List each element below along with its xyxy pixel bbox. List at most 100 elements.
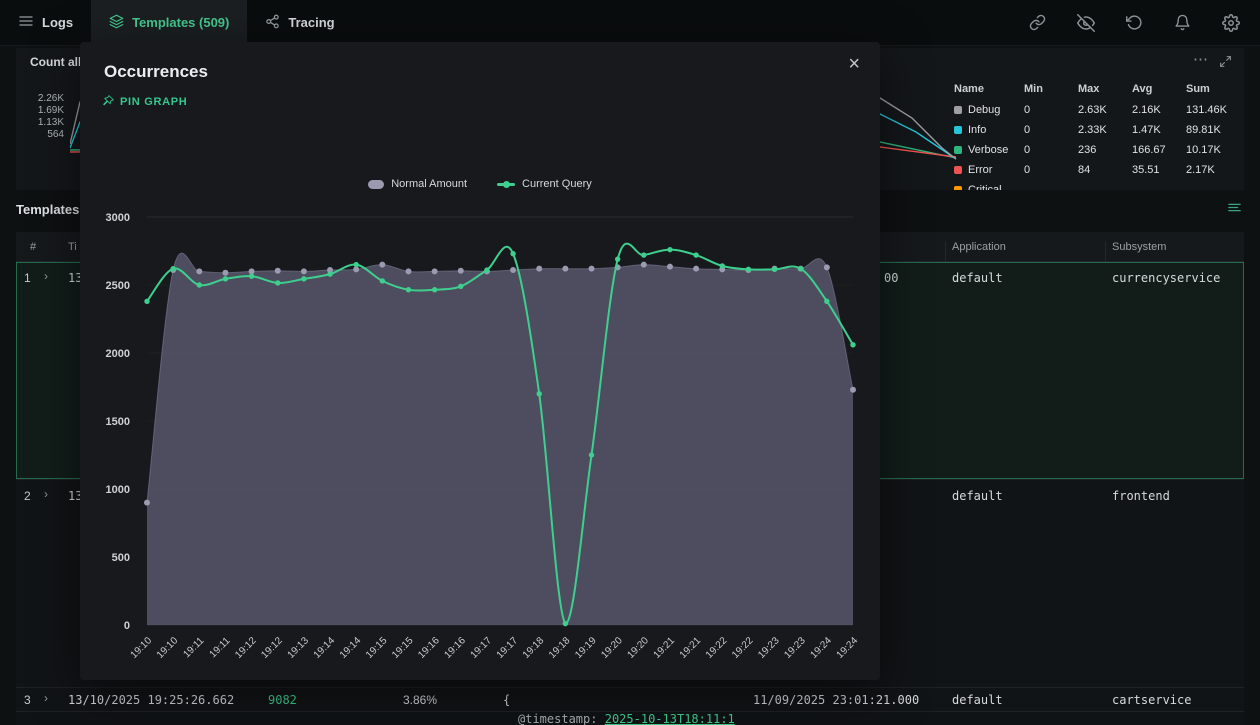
col-header-time[interactable]: Ti [68,241,77,253]
svg-text:19:15: 19:15 [364,635,390,661]
legend-item-current-query[interactable]: Current Query [497,178,592,190]
svg-text:3000: 3000 [106,212,130,224]
legend-item-normal-amount[interactable]: Normal Amount [368,178,467,190]
severity-color-swatch [954,146,962,154]
svg-text:19:23: 19:23 [782,635,808,661]
svg-text:19:20: 19:20 [599,635,625,661]
row-timestamp-tail: 00 [884,271,898,285]
expanded-json-field: @timestamp: 2025-10-13T18:11:1 [16,712,1244,725]
row-application: default [952,271,1003,285]
row-number: 2 [24,489,31,503]
col-header-subsystem[interactable]: Subsystem [1112,241,1166,253]
count-all-title: Count all [30,55,81,69]
severity-row-debug[interactable]: Debug02.63K2.16K131.46K [954,100,1244,120]
chevron-down-icon[interactable]: › [44,691,48,705]
severity-color-swatch [954,166,962,174]
history-icon[interactable] [1126,14,1143,31]
svg-text:19:20: 19:20 [625,635,651,661]
svg-text:0: 0 [124,620,130,632]
row-percent: 3.86% [403,693,437,707]
table-row[interactable]: 3 › 13/10/2025 19:25:26.662 9082 3.86% {… [16,688,1244,712]
row-application: default [952,489,1003,503]
json-value[interactable]: 2025-10-13T18:11:1 [605,712,735,725]
legend-label: Normal Amount [391,178,467,190]
row-timestamp-2: 11/09/2025 23:01:21.000 [753,693,919,707]
stats-header-row: Name Min Max Avg Sum [954,78,1244,100]
json-key: @timestamp: [518,712,597,725]
svg-text:19:13: 19:13 [286,635,312,661]
severity-color-swatch [954,106,962,114]
column-settings-icon[interactable] [1227,200,1242,218]
svg-text:19:16: 19:16 [416,635,442,661]
svg-text:19:10: 19:10 [155,635,181,661]
row-number: 1 [24,271,31,285]
svg-text:19:24: 19:24 [835,635,861,661]
tab-templates-label: Templates (509) [132,15,229,30]
row-timestamp: 13/10/2025 19:25:26.662 [68,693,234,707]
column-divider [1105,241,1106,261]
svg-text:19:18: 19:18 [547,635,573,661]
eye-off-icon[interactable] [1077,14,1095,32]
svg-text:19:11: 19:11 [181,635,206,660]
normal-amount-swatch [368,180,384,189]
count-chart-y-axis: 2.26K 1.69K 1.13K 564 [26,93,64,141]
row-subsystem: cartservice [1112,693,1191,707]
svg-text:19:11: 19:11 [208,635,233,660]
severity-row-info[interactable]: Info02.33K1.47K89.81K [954,120,1244,140]
svg-text:19:12: 19:12 [259,635,285,661]
row-subsystem: currencyservice [1112,271,1220,285]
severity-stats-table: Name Min Max Avg Sum Debug02.63K2.16K131… [954,78,1244,190]
svg-text:19:21: 19:21 [652,635,678,661]
layers-icon [109,14,124,32]
svg-text:19:21: 19:21 [678,635,704,661]
svg-text:19:16: 19:16 [442,635,468,661]
row-number: 3 [24,693,31,707]
svg-text:19:19: 19:19 [573,635,599,661]
tab-logs[interactable]: Logs [0,0,91,45]
legend-label: Current Query [522,178,592,190]
severity-row-verbose[interactable]: Verbose0236166.6710.17K [954,140,1244,160]
svg-text:1500: 1500 [106,416,130,428]
gear-icon[interactable] [1222,14,1240,32]
svg-text:19:22: 19:22 [704,635,730,661]
col-header-num[interactable]: # [30,241,36,253]
chart-legend: Normal Amount Current Query [80,178,880,190]
chevron-right-icon[interactable]: › [44,269,48,283]
current-query-swatch [497,183,515,186]
svg-text:19:18: 19:18 [521,635,547,661]
severity-color-swatch [954,186,962,190]
svg-text:19:17: 19:17 [495,635,521,661]
link-icon[interactable] [1029,14,1046,31]
svg-text:500: 500 [112,552,130,564]
svg-text:19:22: 19:22 [730,635,756,661]
svg-text:19:10: 19:10 [129,635,155,661]
severity-row-error[interactable]: Error08435.512.17K [954,160,1244,180]
expand-icon[interactable] [1219,55,1232,71]
svg-text:2000: 2000 [106,348,130,360]
chevron-right-icon[interactable]: › [44,487,48,501]
svg-text:19:12: 19:12 [233,635,259,661]
topbar-actions [1029,0,1260,45]
svg-text:19:23: 19:23 [756,635,782,661]
row-subsystem: frontend [1112,489,1170,503]
more-options-icon[interactable]: ⋯ [1193,50,1208,68]
severity-row-critical[interactable]: Critical [954,180,1244,190]
svg-text:1000: 1000 [106,484,130,496]
tab-templates[interactable]: Templates (509) [91,0,247,45]
svg-text:19:14: 19:14 [338,635,364,661]
tab-tracing[interactable]: Tracing [247,0,352,45]
bell-icon[interactable] [1174,14,1191,31]
app-root: Logs Templates (509) Tracing [0,0,1260,725]
occurrences-chart[interactable]: 05001000150020002500300019:1019:1019:111… [80,42,880,680]
svg-text:19:14: 19:14 [312,635,338,661]
svg-text:19:17: 19:17 [469,635,495,661]
topbar: Logs Templates (509) Tracing [0,0,1260,46]
tracing-icon [265,14,280,32]
severity-color-swatch [954,126,962,134]
col-header-application[interactable]: Application [952,241,1006,253]
templates-section-title: Templates [16,202,79,217]
row-count: 9082 [268,693,297,707]
column-divider [945,241,946,261]
row-application: default [952,693,1003,707]
svg-text:19:24: 19:24 [808,635,834,661]
